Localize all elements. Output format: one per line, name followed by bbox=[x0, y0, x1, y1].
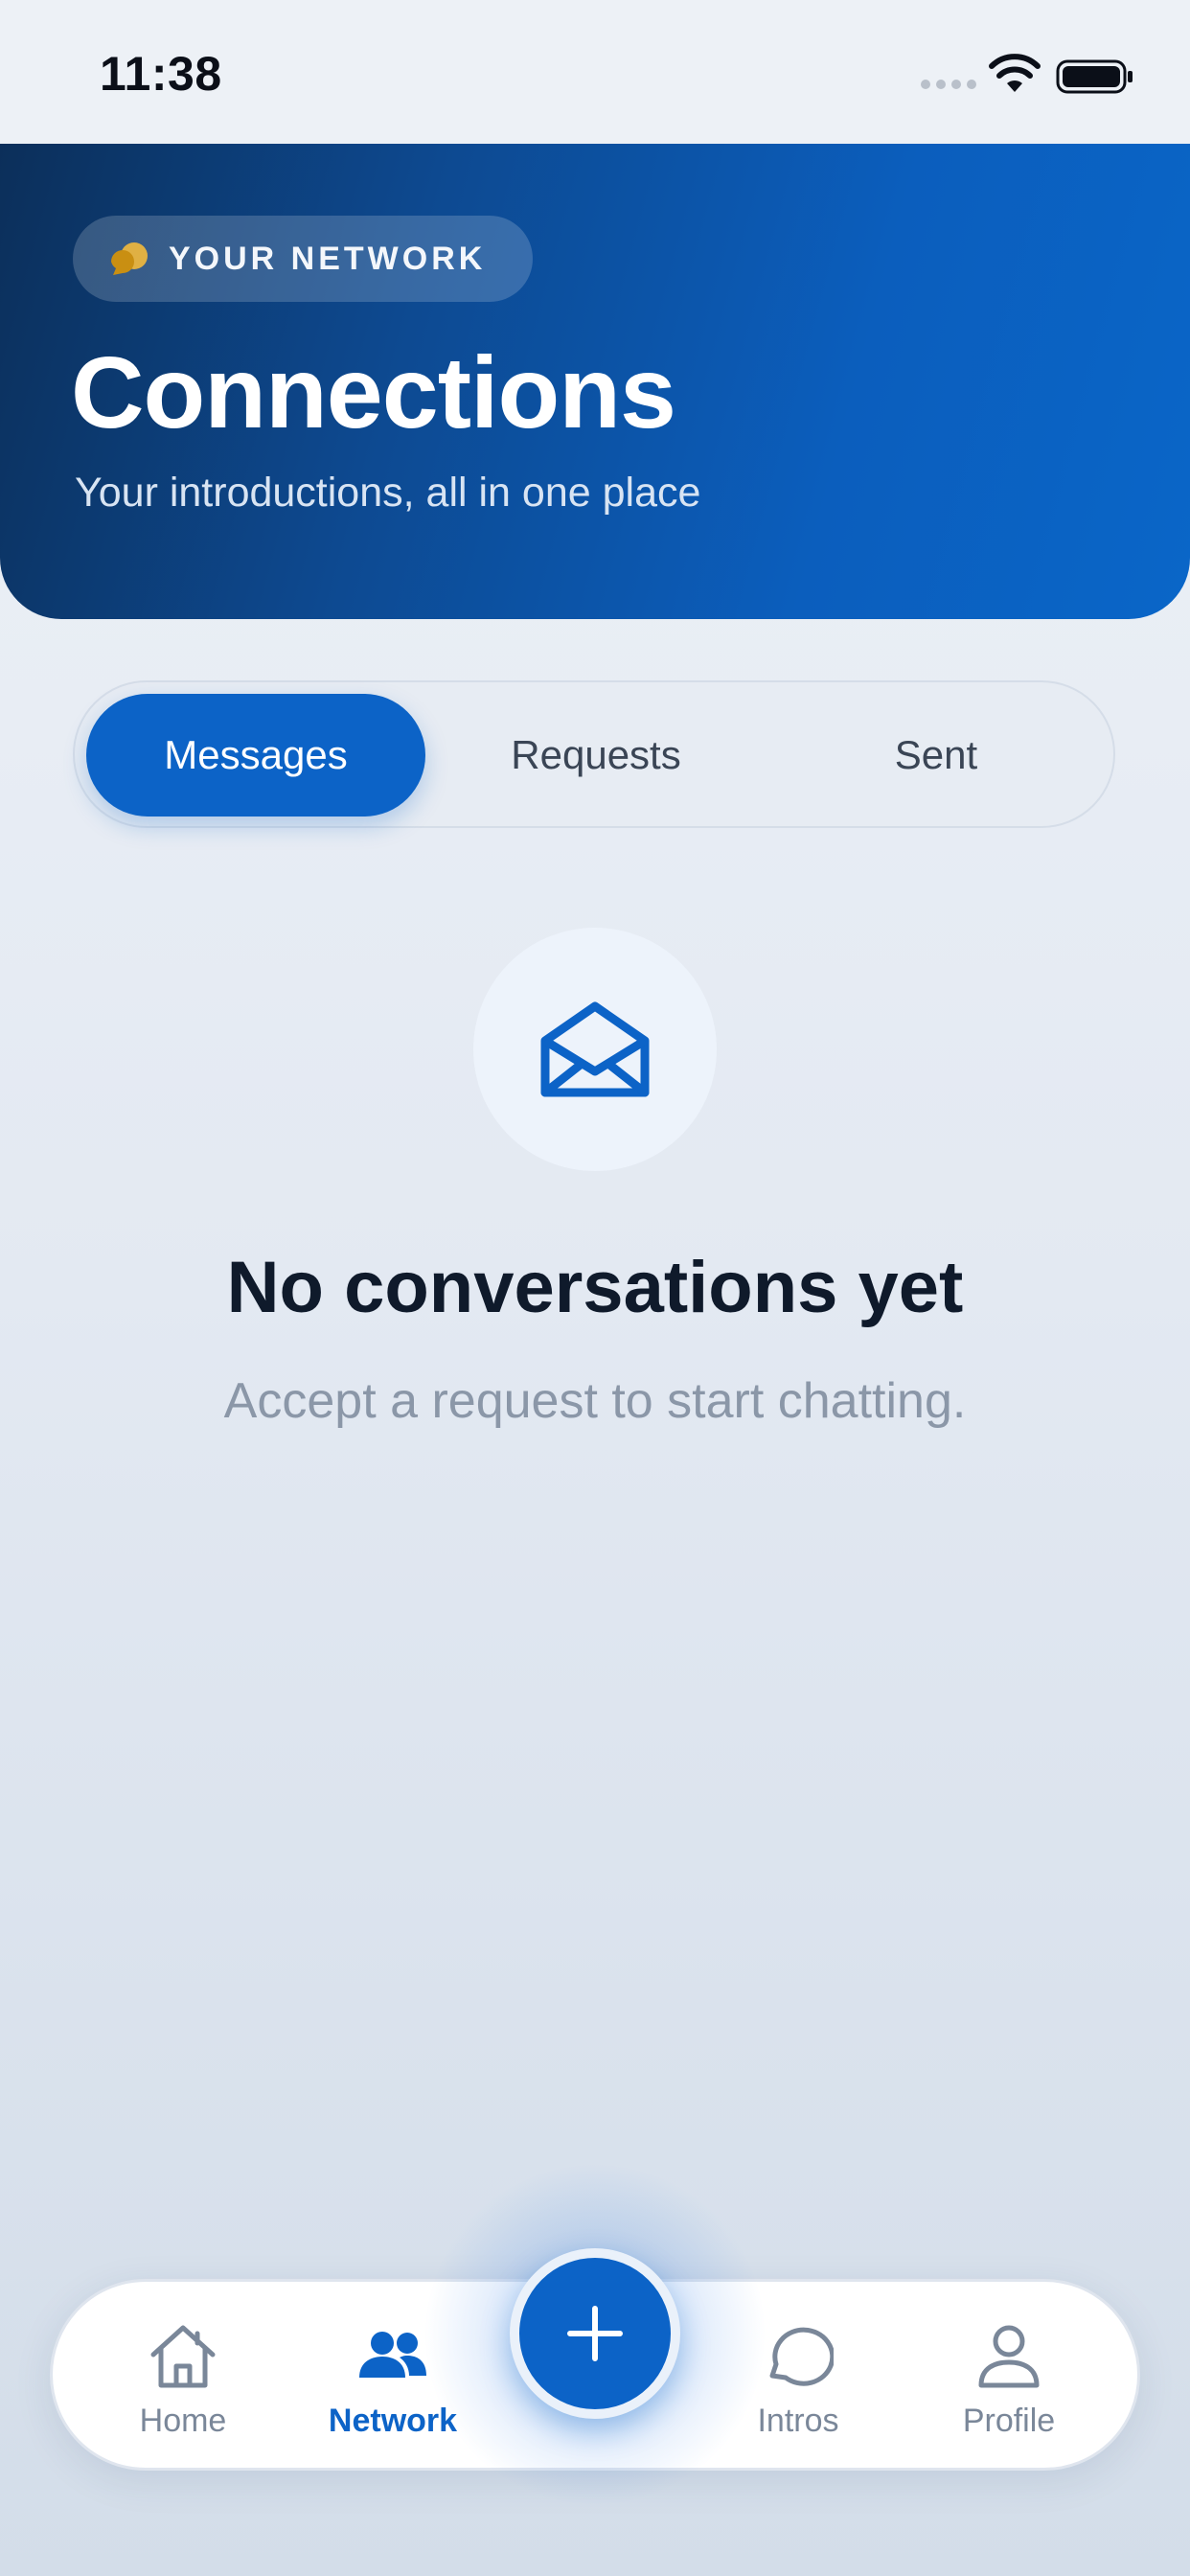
page-title: Connections bbox=[71, 336, 676, 449]
cellular-signal-icon bbox=[921, 80, 976, 89]
chip-label: YOUR NETWORK bbox=[169, 241, 487, 277]
empty-state-title: No conversations yet bbox=[226, 1247, 964, 1328]
status-time: 11:38 bbox=[100, 47, 222, 101]
nav-home[interactable]: Home bbox=[87, 2311, 279, 2454]
nav-home-label: Home bbox=[139, 2403, 227, 2439]
header-hero: YOUR NETWORK Connections Your introducti… bbox=[0, 144, 1190, 619]
chat-bubbles-icon bbox=[111, 242, 148, 275]
nav-profile-label: Profile bbox=[962, 2403, 1056, 2439]
segmented-tabs: Messages Requests Sent bbox=[73, 680, 1115, 828]
nav-profile[interactable]: Profile bbox=[913, 2311, 1105, 2454]
home-icon bbox=[150, 2325, 216, 2388]
status-bar: 11:38 bbox=[0, 0, 1190, 144]
envelope-open-icon bbox=[540, 1001, 650, 1097]
battery-icon bbox=[1056, 59, 1133, 94]
empty-state-message: Accept a request to start chatting. bbox=[223, 1373, 967, 1429]
network-chip: YOUR NETWORK bbox=[73, 216, 533, 302]
chat-bubble-icon bbox=[769, 2327, 834, 2386]
page-subtitle: Your introductions, all in one place bbox=[75, 470, 701, 516]
person-icon bbox=[978, 2325, 1040, 2388]
tab-requests[interactable]: Requests bbox=[426, 694, 766, 816]
tab-messages[interactable]: Messages bbox=[86, 694, 425, 816]
people-icon bbox=[359, 2332, 426, 2378]
wifi-icon bbox=[989, 54, 1041, 92]
tab-sent[interactable]: Sent bbox=[767, 694, 1106, 816]
plus-icon bbox=[567, 2306, 623, 2361]
add-intro-button[interactable] bbox=[510, 2248, 680, 2419]
empty-state-icon-circle bbox=[473, 928, 717, 1171]
